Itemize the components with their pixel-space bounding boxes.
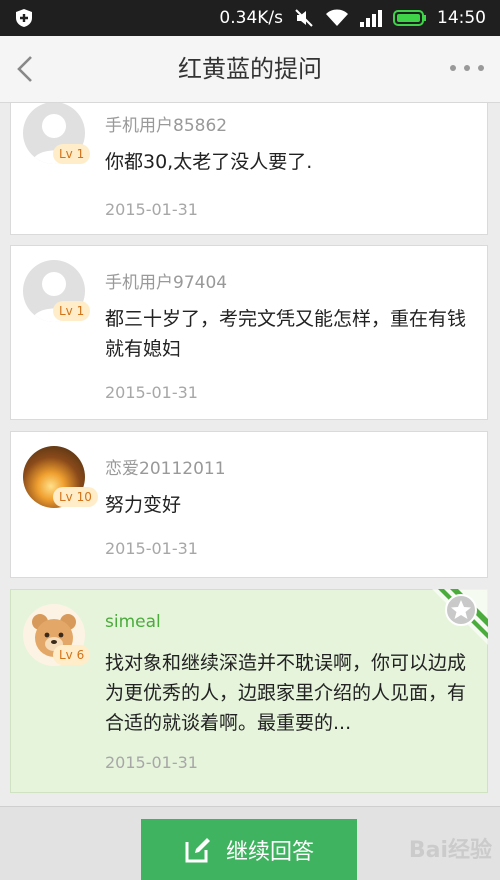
- continue-answer-label: 继续回答: [225, 839, 314, 865]
- answer-date: 2015-01-31: [105, 200, 198, 219]
- answer-date: 2015-01-31: [105, 539, 198, 558]
- watermark: Bai经验: [408, 838, 492, 863]
- answer-content: 找对象和继续深造并不耽误啊，你可以边成为更优秀的人，边跟家里介绍的人见面，有合适…: [105, 652, 467, 734]
- answer-username[interactable]: 手机用户85862: [105, 111, 227, 136]
- answer-card: Lv 1 手机用户85862 你都30,太老了没人要了. 2015-01-31: [10, 103, 488, 235]
- nav-bar: 红黄蓝的提问: [0, 36, 500, 103]
- page-title: 红黄蓝的提问: [178, 55, 322, 83]
- level-badge: Lv 1: [53, 144, 91, 164]
- network-speed: 0.34K/s: [219, 8, 283, 28]
- battery-icon: [393, 10, 426, 26]
- level-badge: Lv 6: [53, 645, 91, 665]
- answer-content: 你都30,太老了没人要了.: [105, 151, 313, 173]
- answer-content: 努力变好: [105, 494, 182, 516]
- accepted-star-icon: [432, 589, 488, 645]
- status-bar: 0.34K/s 14:50: [0, 0, 500, 36]
- wifi-icon: [326, 9, 348, 26]
- answer-username[interactable]: simeal: [105, 612, 161, 632]
- mute-icon: [295, 9, 313, 27]
- level-badge: Lv 10: [53, 487, 98, 507]
- answer-list[interactable]: Lv 1 手机用户85862 你都30,太老了没人要了. 2015-01-31 …: [0, 103, 500, 805]
- answer-card: Lv 10 恋爱20112011 努力变好 2015-01-31: [10, 431, 488, 578]
- more-icon[interactable]: [448, 58, 486, 78]
- accepted-answer-card: Lv 6 simeal 找对象和继续深造并不耽误啊，你可以边成为更优秀的人，边跟…: [10, 589, 488, 793]
- answer-content: 都三十岁了，考完文凭又能怎样，重在有钱就有媳妇: [105, 308, 467, 360]
- level-badge: Lv 1: [53, 301, 91, 321]
- answer-card: Lv 1 手机用户97404 都三十岁了，考完文凭又能怎样，重在有钱就有媳妇 2…: [10, 245, 488, 420]
- answer-date: 2015-01-31: [105, 383, 198, 402]
- answer-username[interactable]: 恋爱20112011: [105, 454, 226, 479]
- continue-answer-button[interactable]: 继续回答: [141, 819, 357, 880]
- answer-username[interactable]: 手机用户97404: [105, 268, 227, 293]
- clock: 14:50: [437, 8, 486, 28]
- edit-icon: [185, 837, 210, 862]
- signal-icon: [360, 10, 382, 27]
- shield-icon: [16, 9, 32, 27]
- answer-date: 2015-01-31: [105, 753, 198, 772]
